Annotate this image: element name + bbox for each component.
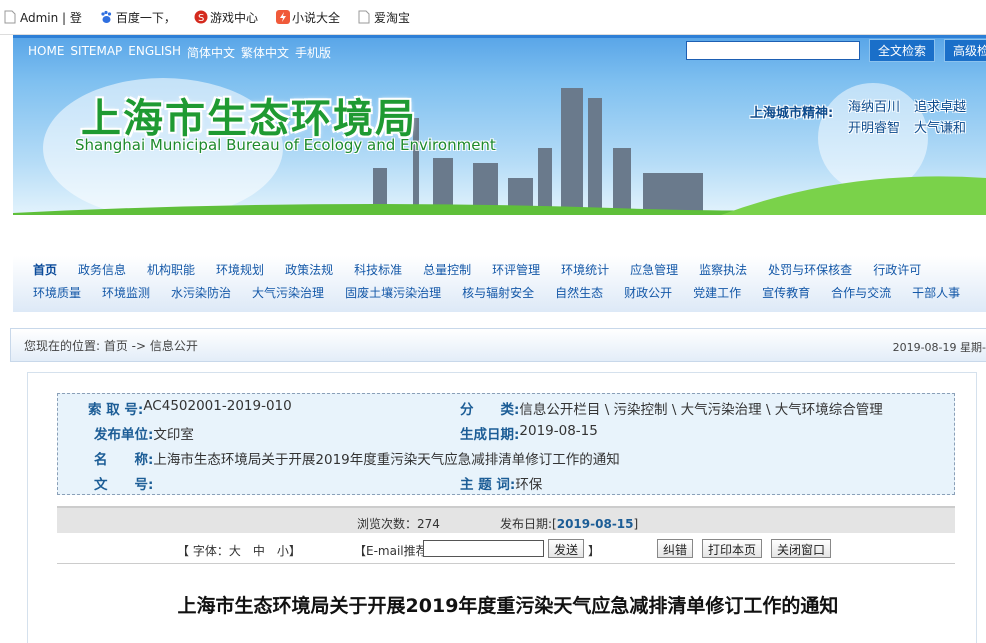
nav-item[interactable]: 机构职能 — [147, 261, 195, 278]
subject-label: 主 题 词: — [460, 477, 516, 493]
bookmarks-bar: Admin | 登 百度一下， S 游戏中心 小说大全 爱淘宝 — [0, 0, 986, 35]
top-nav: HOME SITEMAP ENGLISH 简体中文 繁体中文 手机版 — [28, 44, 331, 61]
correct-button[interactable]: 纠错 — [657, 539, 694, 558]
bookmark-label: 百度一下， — [115, 10, 176, 25]
page-icon — [4, 10, 16, 24]
gen-date-label: 生成日期: — [460, 427, 520, 443]
nav-row-2: 环境质量 环境监测 水污染防治 大气污染治理 固废土壤污染治理 核与辐射安全 自然生态 财政公… — [33, 279, 986, 302]
game-icon: S — [194, 10, 208, 24]
send-button[interactable]: 发送 — [548, 539, 585, 558]
nav-item[interactable]: 大气污染治理 — [252, 284, 324, 301]
nav-item[interactable]: 处罚与环保核查 — [768, 261, 852, 278]
nav-item[interactable]: 环境统计 — [561, 261, 609, 278]
nav-item[interactable]: 固废土壤污染治理 — [345, 284, 441, 301]
name-value: 上海市生态环境局关于开展2019年度重污染天气应急减排清单修订工作的通知 — [153, 452, 620, 468]
bookmark-item[interactable]: 小说大全 — [275, 9, 340, 26]
toolbar: 【 字体：大 中 小】 【E-mail推荐 发送 】 纠错 打印本页 关闭窗口 — [57, 536, 955, 564]
top-nav-link[interactable]: 简体中文 — [187, 44, 235, 61]
top-nav-link[interactable]: 繁体中文 — [241, 44, 289, 61]
nav-item[interactable]: 水污染防治 — [171, 284, 231, 301]
motto-item: 追求卓越 — [914, 100, 967, 115]
email-input[interactable] — [423, 540, 544, 557]
publisher-label: 发布单位: — [94, 427, 154, 443]
top-nav-link[interactable]: 手机版 — [295, 44, 331, 61]
bookmark-item[interactable]: 百度一下， — [100, 9, 176, 26]
top-nav-link[interactable]: SITEMAP — [70, 44, 122, 61]
article-title: 上海市生态环境局关于开展2019年度重污染天气应急减排清单修订工作的通知 — [177, 595, 839, 617]
nav-item[interactable]: 环评管理 — [492, 261, 540, 278]
site-title-en: Shanghai Municipal Bureau of Ecology and… — [75, 136, 496, 154]
docno-label: 文 号: — [94, 477, 154, 493]
content-panel: 索 取 号: AC4502001-2019-010 分 类: 信息公开栏目 \ 污染… — [27, 372, 977, 643]
index-label: 索 取 号: — [88, 402, 144, 418]
email-label: 【E-mail推荐 — [354, 544, 428, 558]
top-nav-link[interactable]: HOME — [28, 44, 64, 61]
nav-item[interactable]: 党建工作 — [693, 284, 741, 301]
current-date: 2019-08-19 星期- — [892, 341, 986, 354]
nav-item[interactable]: 应急管理 — [630, 261, 678, 278]
motto-item: 海纳百川 — [848, 100, 901, 115]
nav-item[interactable]: 政务信息 — [78, 261, 126, 278]
motto-item: 大气谦和 — [914, 121, 967, 136]
nav-item[interactable]: 财政公开 — [624, 284, 672, 301]
print-button[interactable]: 打印本页 — [702, 539, 763, 558]
nav-item[interactable]: 行政许可 — [873, 261, 921, 278]
baidu-paw-icon — [100, 10, 112, 24]
breadcrumb[interactable]: 您现在的位置: 首页 -> 信息公开 — [24, 337, 198, 354]
novel-icon — [275, 10, 290, 24]
site-banner: HOME SITEMAP ENGLISH 简体中文 繁体中文 手机版 全文检索 高级检 上… — [13, 35, 986, 215]
search-bar: 全文检索 高级检 — [686, 38, 986, 62]
subject-value: 环保 — [515, 477, 543, 493]
view-count: 浏览次数：274 — [357, 517, 440, 531]
publish-date: 发布日期:[2019-08-15] — [500, 517, 639, 531]
stats-bar: 浏览次数：274 发布日期:[2019-08-15] — [57, 506, 955, 533]
bookmark-item[interactable]: 爱淘宝 — [358, 9, 410, 26]
nav-item[interactable]: 政策法规 — [285, 261, 333, 278]
bookmark-label: Admin | 登 — [20, 10, 82, 25]
page-icon — [358, 10, 370, 24]
nav-item[interactable]: 环境质量 — [33, 284, 81, 301]
nav-item[interactable]: 干部人事 — [912, 284, 960, 301]
nav-item[interactable]: 首页 — [33, 261, 57, 278]
metadata-table: 索 取 号: AC4502001-2019-010 分 类: 信息公开栏目 \ 污染… — [57, 393, 955, 495]
bookmark-label: 小说大全 — [291, 10, 340, 25]
nav-item[interactable]: 宣传教育 — [762, 284, 810, 301]
bookmark-item[interactable]: Admin | 登 — [4, 9, 82, 26]
bookmark-label: 爱淘宝 — [373, 10, 410, 25]
bookmark-item[interactable]: S 游戏中心 — [194, 9, 258, 26]
nav-item[interactable]: 科技标准 — [354, 261, 402, 278]
nav-item[interactable]: 合作与交流 — [831, 284, 891, 301]
category-label: 分 类: — [460, 402, 520, 418]
publisher-value: 文印室 — [153, 427, 194, 443]
nav-item[interactable]: 核与辐射安全 — [462, 284, 534, 301]
city-spirit-label: 上海城市精神: — [750, 106, 834, 121]
index-value: AC4502001-2019-010 — [143, 398, 292, 414]
font-size-selector[interactable]: 【 字体：大 中 小】 — [177, 542, 301, 559]
city-motto: 海纳百川 追求卓越 开明睿智 大气谦和 — [848, 96, 974, 136]
main-nav: 首页 政务信息 机构职能 环境规划 政策法规 科技标准 总量控制 环评管理 环境统计 应急管理 监察… — [13, 256, 986, 312]
close-window-button[interactable]: 关闭窗口 — [771, 539, 832, 558]
email-end: 】 — [588, 544, 601, 558]
top-nav-link[interactable]: ENGLISH — [128, 44, 181, 61]
nav-item[interactable]: 环境规划 — [216, 261, 264, 278]
fulltext-search-button[interactable]: 全文检索 — [869, 38, 936, 62]
nav-row-1: 首页 政务信息 机构职能 环境规划 政策法规 科技标准 总量控制 环评管理 环境统计 应急管理 监察… — [33, 256, 986, 279]
motto-item: 开明睿智 — [848, 121, 901, 136]
gen-date-value: 2019-08-15 — [519, 423, 598, 439]
name-label: 名 称: — [94, 452, 154, 468]
nav-item[interactable]: 自然生态 — [555, 284, 603, 301]
search-input[interactable] — [686, 40, 860, 60]
bookmark-label: 游戏中心 — [209, 10, 258, 25]
category-value: 信息公开栏目 \ 污染控制 \ 大气污染治理 \ 大气环境综合管理 — [519, 402, 883, 418]
nav-item[interactable]: 监察执法 — [699, 261, 747, 278]
nav-item[interactable]: 总量控制 — [423, 261, 471, 278]
breadcrumb-bar: 您现在的位置: 首页 -> 信息公开 2019-08-19 星期- — [10, 328, 986, 362]
nav-item[interactable]: 环境监测 — [102, 284, 150, 301]
advanced-search-button[interactable]: 高级检 — [944, 38, 986, 62]
svg-text:S: S — [198, 13, 204, 24]
